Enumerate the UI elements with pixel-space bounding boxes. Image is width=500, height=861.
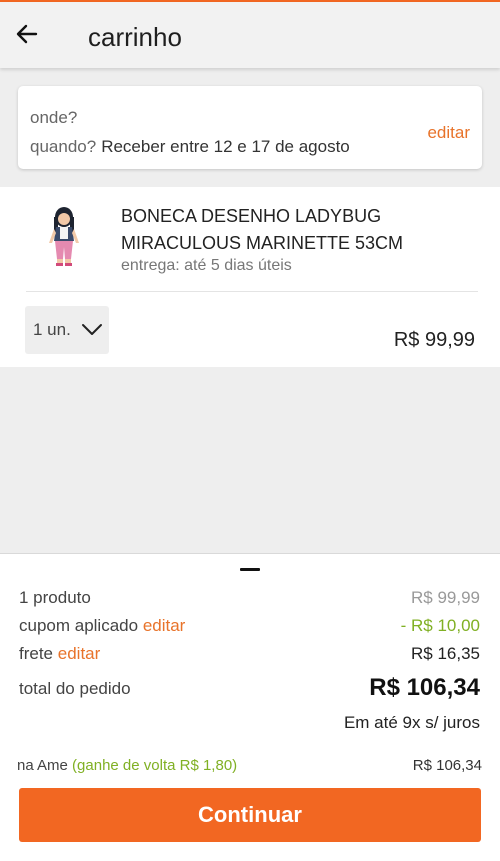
ame-payment-row: na Ame (ganhe de volta R$ 1,80) — [17, 757, 237, 774]
shipping-row: frete editar — [19, 644, 100, 664]
when-row: quando? Receber entre 12 e 17 de agosto — [30, 137, 350, 157]
continue-button[interactable]: Continuar — [19, 788, 481, 842]
arrow-left-icon — [16, 24, 38, 44]
chevron-down-icon — [81, 323, 103, 337]
ame-cashback: (ganhe de volta R$ 1,80) — [72, 757, 238, 774]
installments-info: Em até 9x s/ juros — [343, 713, 480, 732]
product-name[interactable]: BONECA DESENHO LADYBUG MIRACULOUS MARINE… — [121, 203, 441, 257]
delivery-date-range: Receber entre 12 e 17 de agosto — [101, 137, 350, 156]
edit-coupon-link[interactable]: editar — [143, 616, 186, 635]
divider — [26, 291, 478, 292]
product-image[interactable] — [34, 205, 94, 267]
doll-image — [49, 207, 79, 266]
delivery-info-card: onde? quando? Receber entre 12 e 17 de ag… — [18, 86, 482, 169]
coupon-row: cupom aplicado editar — [19, 616, 185, 636]
edit-shipping-link[interactable]: editar — [58, 644, 101, 663]
total-label: total do pedido — [19, 679, 131, 698]
quantity-select[interactable]: 1 un. — [25, 306, 109, 354]
shipping-label: frete — [19, 644, 54, 663]
shipping-value: R$ 16,35 — [411, 644, 480, 663]
order-total: R$ 106,34 — [369, 674, 480, 701]
ame-label: na Ame — [17, 757, 68, 774]
order-summary-sheet: 1 produto R$ 99,99 cupom aplicado editar… — [0, 553, 500, 861]
product-delivery-estimate: entrega: até 5 dias úteis — [121, 257, 292, 274]
ame-total: R$ 106,34 — [412, 757, 482, 774]
edit-delivery-link[interactable]: editar — [427, 123, 470, 143]
products-subtotal: R$ 99,99 — [411, 588, 480, 607]
sheet-drag-handle[interactable] — [240, 568, 260, 571]
app-header: carrinho — [0, 2, 500, 68]
cart-item: BONECA DESENHO LADYBUG MIRACULOUS MARINE… — [0, 187, 500, 367]
where-label: onde? — [30, 108, 78, 127]
product-price: R$ 99,99 — [393, 329, 475, 351]
back-button[interactable] — [10, 16, 44, 52]
quantity-value: 1 un. — [33, 320, 71, 339]
products-count-label: 1 produto — [19, 588, 91, 607]
coupon-label: cupom aplicado — [19, 616, 139, 635]
coupon-discount: - R$ 10,00 — [400, 616, 480, 635]
page-title: carrinho — [88, 22, 182, 52]
when-label: quando? — [30, 137, 97, 156]
